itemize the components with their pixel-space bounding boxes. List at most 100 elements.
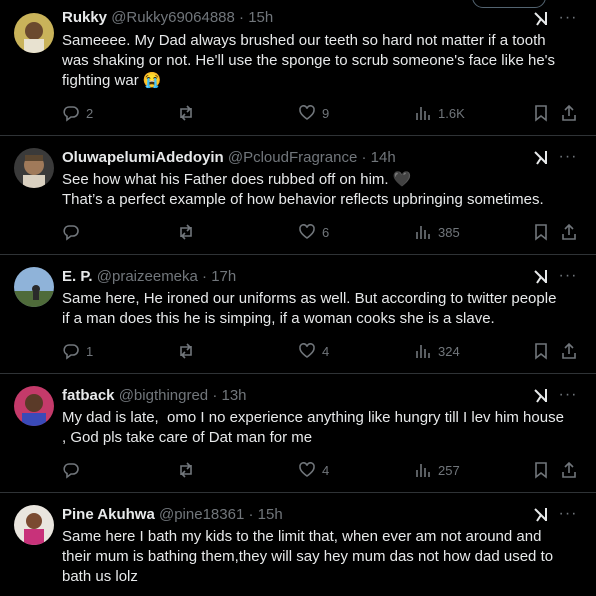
more-dots-icon[interactable]: ···	[558, 10, 578, 30]
reply-button[interactable]	[62, 460, 86, 480]
views-count: 324	[438, 343, 460, 359]
tweet-item[interactable]: Rukky @Rukky69064888 · 15h ··· Sameeee. …	[0, 0, 596, 136]
retweet-button[interactable]	[177, 460, 201, 480]
tweet-text: Sameeee. My Dad always brushed our teeth…	[62, 32, 556, 89]
like-count: 6	[322, 224, 330, 240]
grok-icon[interactable]	[532, 10, 550, 28]
bookmark-button[interactable]	[532, 341, 550, 361]
retweet-icon	[180, 462, 192, 478]
handle[interactable]: @pine18361	[159, 506, 244, 523]
tweet-header: Pine Akuhwa @pine18361 · 15h	[62, 505, 496, 525]
bookmark-button[interactable]	[532, 222, 550, 242]
views-button[interactable]: 385	[414, 222, 460, 242]
bookmark-button[interactable]	[532, 103, 550, 123]
retweet-icon	[180, 105, 192, 121]
more-dots-icon[interactable]: ···	[558, 506, 578, 526]
grok-icon[interactable]	[532, 268, 550, 286]
more-dots-icon[interactable]: ···	[558, 149, 578, 169]
tweet-item[interactable]: fatback @bigthingred · 13h ··· My dad is…	[0, 374, 596, 493]
reply-icon	[63, 106, 79, 122]
like-count: 4	[322, 343, 330, 359]
display-name[interactable]: Pine Akuhwa	[62, 506, 155, 523]
reply-button[interactable]: 2	[62, 103, 93, 123]
avatar[interactable]	[14, 505, 54, 545]
more-dots-icon[interactable]: ···	[558, 387, 578, 407]
heart-icon	[299, 462, 315, 477]
separator: ·	[244, 506, 258, 523]
tweet-text: See how what his Father does rubbed off …	[62, 171, 544, 208]
views-count: 1.6K	[438, 105, 465, 121]
reply-count: 1	[86, 343, 94, 359]
heart-icon	[299, 343, 315, 358]
share-button[interactable]	[560, 341, 578, 361]
separator: ·	[234, 9, 249, 26]
views-button[interactable]: 257	[414, 460, 460, 480]
views-icon	[416, 226, 430, 239]
reply-button[interactable]: 1	[62, 341, 93, 361]
more-dots-icon[interactable]: ···	[558, 268, 578, 288]
tweet-item[interactable]: E. P. @praizeemeka · 17h ··· Same here, …	[0, 255, 596, 374]
avatar[interactable]	[14, 148, 54, 188]
bookmark-icon	[535, 224, 547, 241]
display-name[interactable]: E. P.	[62, 268, 93, 285]
separator: ·	[197, 268, 212, 285]
like-button[interactable]: 9	[298, 103, 329, 123]
share-icon	[562, 342, 576, 359]
reply-button[interactable]	[62, 222, 86, 242]
views-button[interactable]: 324	[414, 341, 460, 361]
like-count: 9	[322, 105, 330, 121]
timestamp[interactable]: 17h	[211, 268, 236, 285]
tweet-header: OluwapelumiAdedoyin @PcloudFragrance · 1…	[62, 148, 496, 168]
display-name[interactable]: fatback	[62, 387, 115, 404]
share-button[interactable]	[560, 103, 578, 123]
views-button[interactable]: 1.6K	[414, 103, 465, 123]
separator: ·	[357, 149, 371, 166]
tweet-actions: 2 9 1.6K	[62, 103, 582, 123]
bookmark-icon	[535, 462, 547, 479]
handle[interactable]: @Rukky69064888	[111, 9, 235, 26]
like-count: 4	[322, 462, 330, 478]
reply-icon	[63, 344, 79, 360]
share-button[interactable]	[560, 460, 578, 480]
tweet-actions: 4 257	[62, 460, 582, 480]
retweet-icon	[180, 343, 192, 359]
avatar[interactable]	[14, 13, 54, 53]
bookmark-button[interactable]	[532, 460, 550, 480]
display-name[interactable]: OluwapelumiAdedoyin	[62, 149, 224, 166]
handle[interactable]: @PcloudFragrance	[228, 149, 357, 166]
like-button[interactable]: 4	[298, 460, 329, 480]
retweet-button[interactable]	[177, 103, 201, 123]
timestamp[interactable]: 15h	[258, 506, 283, 523]
share-icon	[562, 461, 576, 478]
display-name[interactable]: Rukky	[62, 9, 107, 26]
tweet-header: Rukky @Rukky69064888 · 15h	[62, 8, 496, 28]
timestamp[interactable]: 13h	[222, 387, 247, 404]
handle[interactable]: @praizeemeka	[97, 268, 198, 285]
retweet-button[interactable]	[177, 222, 201, 242]
share-icon	[562, 104, 576, 121]
tweet-header: fatback @bigthingred · 13h	[62, 386, 496, 406]
views-count: 257	[438, 462, 460, 478]
tweet-actions: 6 385	[62, 222, 582, 242]
handle[interactable]: @bigthingred	[119, 387, 208, 404]
heart-icon	[299, 105, 315, 120]
tweet-item[interactable]: Pine Akuhwa @pine18361 · 15h ··· Same he…	[0, 493, 596, 596]
reply-count: 2	[86, 105, 94, 121]
grok-icon[interactable]	[532, 149, 550, 167]
reply-icon	[63, 225, 79, 241]
bookmark-icon	[535, 105, 547, 122]
like-button[interactable]: 6	[298, 222, 329, 242]
tweet-text: My dad is late, omo I no experience anyt…	[62, 409, 564, 446]
tweet-actions: 1 4 324	[62, 341, 582, 361]
retweet-button[interactable]	[177, 341, 201, 361]
avatar[interactable]	[14, 267, 54, 307]
like-button[interactable]: 4	[298, 341, 329, 361]
grok-icon[interactable]	[532, 387, 550, 405]
tweet-item[interactable]: OluwapelumiAdedoyin @PcloudFragrance · 1…	[0, 136, 596, 255]
separator: ·	[208, 387, 222, 404]
timestamp[interactable]: 14h	[371, 149, 396, 166]
avatar[interactable]	[14, 386, 54, 426]
grok-icon[interactable]	[532, 506, 550, 524]
timestamp[interactable]: 15h	[248, 9, 273, 26]
share-button[interactable]	[560, 222, 578, 242]
